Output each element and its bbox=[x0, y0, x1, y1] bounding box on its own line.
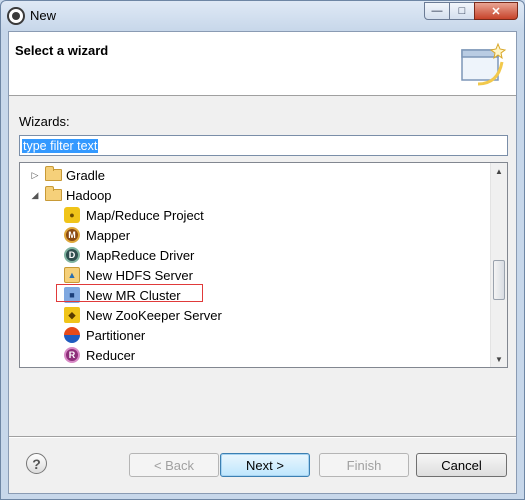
scrollbar-thumb[interactable] bbox=[493, 260, 505, 300]
title-bar[interactable]: New — □ ✕ bbox=[1, 1, 524, 31]
highlight-box bbox=[56, 284, 203, 302]
tree-item-label: MapReduce Driver bbox=[86, 247, 195, 263]
header-title: Select a wizard bbox=[15, 43, 109, 58]
tree-scrollbar[interactable]: ▲ ▼ bbox=[490, 163, 507, 367]
collapse-arrow-icon[interactable]: ◢ bbox=[28, 190, 42, 201]
finish-button[interactable]: Finish bbox=[319, 453, 409, 477]
hdfs-server-icon: ▲ bbox=[64, 267, 80, 283]
next-button[interactable]: Next > bbox=[220, 453, 310, 477]
partitioner-icon bbox=[64, 327, 80, 343]
tree-item-partitioner[interactable]: Partitioner bbox=[64, 325, 145, 345]
window-controls: — □ ✕ bbox=[424, 2, 518, 20]
wizard-header: Select a wizard bbox=[9, 32, 516, 96]
filter-input-text: type filter text bbox=[22, 139, 99, 153]
wizard-tree[interactable]: ▷ Gradle ◢ Hadoop ● Map/Reduce Project M… bbox=[19, 162, 508, 368]
mapper-icon: M bbox=[64, 227, 80, 243]
cancel-button[interactable]: Cancel bbox=[416, 453, 507, 477]
back-button[interactable]: < Back bbox=[129, 453, 219, 477]
tree-item-hadoop[interactable]: ◢ Hadoop bbox=[28, 185, 112, 205]
tree-item-mapper[interactable]: M Mapper bbox=[64, 225, 130, 245]
tree-item-label: New HDFS Server bbox=[86, 267, 193, 283]
window-title: New bbox=[30, 8, 57, 23]
dialog-client-area: Select a wizard Wizards: type filter tex… bbox=[8, 31, 517, 494]
tree-item-reducer[interactable]: R Reducer bbox=[64, 345, 135, 365]
scroll-up-arrow-icon[interactable]: ▲ bbox=[491, 163, 507, 179]
tree-item-gradle[interactable]: ▷ Gradle bbox=[28, 165, 105, 185]
close-icon[interactable]: ✕ bbox=[474, 2, 518, 20]
scroll-down-arrow-icon[interactable]: ▼ bbox=[491, 351, 507, 367]
folder-icon bbox=[45, 166, 62, 181]
wizards-label: Wizards: bbox=[19, 114, 70, 129]
filter-input[interactable]: type filter text bbox=[19, 135, 508, 156]
help-icon[interactable]: ? bbox=[26, 453, 47, 474]
tree-item-label: Reducer bbox=[86, 347, 136, 363]
folder-icon bbox=[45, 186, 62, 201]
dialog-window: New — □ ✕ Select a wizard Wizards: type … bbox=[0, 0, 525, 500]
maximize-icon[interactable]: □ bbox=[449, 2, 475, 20]
tree-item-label: Partitioner bbox=[86, 327, 146, 343]
tree-item-mapreduce-driver[interactable]: D MapReduce Driver bbox=[64, 245, 194, 265]
tree-item-new-zookeeper-server[interactable]: ◆ New ZooKeeper Server bbox=[64, 305, 222, 325]
tree-item-map-reduce-project[interactable]: ● Map/Reduce Project bbox=[64, 205, 204, 225]
tree-item-label: Map/Reduce Project bbox=[86, 207, 204, 223]
hadoop-elephant-icon: ● bbox=[64, 207, 80, 223]
wizard-banner-icon bbox=[461, 42, 507, 86]
tree-item-label: Gradle bbox=[66, 167, 106, 183]
tree-item-label: Hadoop bbox=[66, 187, 112, 203]
reducer-icon: R bbox=[64, 347, 80, 363]
eclipse-icon bbox=[7, 7, 25, 25]
button-bar-separator bbox=[9, 436, 516, 438]
tree-item-label: New ZooKeeper Server bbox=[86, 307, 222, 323]
tree-item-new-hdfs-server[interactable]: ▲ New HDFS Server bbox=[64, 265, 193, 285]
driver-icon: D bbox=[64, 247, 80, 263]
minimize-icon[interactable]: — bbox=[424, 2, 450, 20]
tree-item-label: Mapper bbox=[86, 227, 131, 243]
zookeeper-icon: ◆ bbox=[64, 307, 80, 323]
expand-arrow-icon[interactable]: ▷ bbox=[28, 170, 42, 181]
